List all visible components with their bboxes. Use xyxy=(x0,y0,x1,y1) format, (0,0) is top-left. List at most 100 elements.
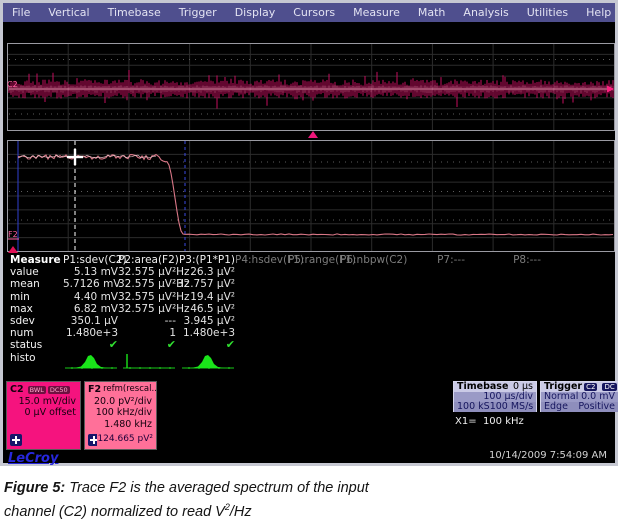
c2-descriptor-box[interactable]: C2 BWL DC50 15.0 mV/div 0 µV offset xyxy=(6,381,81,450)
trigger-type: Edge xyxy=(544,402,568,412)
measure-cell xyxy=(465,315,541,327)
c2-vertical-scale: 15.0 mV/div xyxy=(7,396,80,408)
move-cross-icon[interactable] xyxy=(10,434,22,446)
measure-cell xyxy=(403,315,465,327)
c2-trace-label: C2 xyxy=(7,80,18,89)
measure-cell xyxy=(340,315,403,327)
menu-item-trigger[interactable]: Trigger xyxy=(170,6,226,19)
measure-cell xyxy=(288,278,340,290)
caption-label: Figure 5: xyxy=(4,480,65,496)
f2-function-label: refm(rescal... xyxy=(103,384,156,396)
c2-waveform-display[interactable]: C2 xyxy=(7,43,615,131)
trigger-time-marker[interactable] xyxy=(308,131,318,138)
f2-spectrum-display[interactable]: F2 xyxy=(7,140,615,252)
measure-row-label: min xyxy=(3,291,63,303)
menu-item-math[interactable]: Math xyxy=(409,6,455,19)
f2-trace-label: F2 xyxy=(8,230,18,239)
c2-channel-name: C2 xyxy=(10,384,24,396)
measure-filler xyxy=(541,254,615,266)
histogram-icon xyxy=(288,352,340,374)
measure-table: MeasureP1:sdev(C2)P2:area(F2)P3:(P1*P1)P… xyxy=(3,254,615,374)
menu-item-utilities[interactable]: Utilities xyxy=(518,6,577,19)
measure-cell xyxy=(465,278,541,290)
histogram-icon xyxy=(63,352,118,374)
f2-vertical-scale: 20.0 pV²/div xyxy=(85,396,156,408)
measure-cell xyxy=(288,291,340,303)
menu-item-display[interactable]: Display xyxy=(226,6,285,19)
measure-col-header-p7[interactable]: P7:--- xyxy=(403,254,465,266)
measure-col-header-p3[interactable]: P3:(P1*P1) xyxy=(176,254,235,266)
measure-cell xyxy=(340,291,403,303)
measure-col-header-p8[interactable]: P8:--- xyxy=(465,254,541,266)
measure-col-header-p1[interactable]: P1:sdev(C2) xyxy=(63,254,118,266)
measure-cell xyxy=(465,291,541,303)
measure-cell: 26.3 µV² xyxy=(176,266,235,278)
measure-cell xyxy=(288,303,340,315)
f2-descriptor-box[interactable]: F2 refm(rescal... 20.0 pV²/div 100 kHz/d… xyxy=(84,381,157,450)
timebase-samples: 100 kS xyxy=(457,402,490,412)
measure-col-header-p2[interactable]: P2:area(F2) xyxy=(118,254,176,266)
menu-item-vertical[interactable]: Vertical xyxy=(39,6,98,19)
x1-cursor-readout: X1= 100 kHz xyxy=(455,416,524,427)
status-check-icon: ✔ xyxy=(63,339,118,351)
measure-cell xyxy=(235,278,288,290)
measure-cell xyxy=(403,278,465,290)
measure-cell: --- xyxy=(118,315,176,327)
menu-item-help[interactable]: Help xyxy=(577,6,618,19)
measure-row-label: histo xyxy=(3,352,63,374)
lecroy-logo: LeCroy xyxy=(8,451,58,466)
histogram-icon xyxy=(176,352,235,374)
frequency-origin-marker xyxy=(8,246,18,253)
measure-cell: 32.575 µV²Hz xyxy=(118,266,176,278)
status-check-icon xyxy=(340,339,403,351)
page: FileVerticalTimebaseTriggerDisplayCursor… xyxy=(0,0,618,531)
menu-item-cursors[interactable]: Cursors xyxy=(284,6,344,19)
trigger-coupling-badge: DC xyxy=(602,383,616,391)
measure-cell: 5.7126 mV xyxy=(63,278,118,290)
measure-cell xyxy=(403,303,465,315)
measure-cell: 4.40 mV xyxy=(63,291,118,303)
measure-cell xyxy=(288,315,340,327)
measure-cell xyxy=(465,327,541,339)
measure-cell xyxy=(465,303,541,315)
menu-item-file[interactable]: File xyxy=(3,6,39,19)
status-check-icon xyxy=(288,339,340,351)
measure-col-header-p6[interactable]: P6:nbpw(C2) xyxy=(340,254,403,266)
trigger-box[interactable]: Trigger C2 DC Normal 0.0 mV Edge Positiv… xyxy=(540,381,618,412)
measure-cell xyxy=(340,303,403,315)
measure-cell: 19.4 µV² xyxy=(176,291,235,303)
measure-cell: 32.757 µV² xyxy=(176,278,235,290)
measure-cell xyxy=(288,327,340,339)
measure-cell xyxy=(235,327,288,339)
measure-cell: 46.5 µV² xyxy=(176,303,235,315)
measure-filler xyxy=(541,278,615,290)
timebase-box[interactable]: Timebase 0 µs 100 µs/div 100 kS 100 MS/s xyxy=(453,381,537,412)
c2-offset: 0 µV offset xyxy=(7,407,80,419)
measure-title: Measure xyxy=(3,254,63,266)
measure-filler xyxy=(541,327,615,339)
menu-bar: FileVerticalTimebaseTriggerDisplayCursor… xyxy=(3,3,615,22)
measure-cell xyxy=(340,327,403,339)
measure-cell xyxy=(235,266,288,278)
measure-filler xyxy=(541,339,615,351)
measure-row-label: mean xyxy=(3,278,63,290)
histogram-icon xyxy=(403,352,465,374)
measure-filler xyxy=(541,266,615,278)
status-check-icon xyxy=(465,339,541,351)
status-check-icon xyxy=(403,339,465,351)
trigger-slope: Positive xyxy=(578,402,615,412)
measure-row-label: value xyxy=(3,266,63,278)
measure-col-header-p5[interactable]: P5:range(F1) xyxy=(288,254,340,266)
measure-filler xyxy=(541,303,615,315)
menu-item-timebase[interactable]: Timebase xyxy=(99,6,170,19)
measure-row-label: status xyxy=(3,339,63,351)
measure-cell xyxy=(235,315,288,327)
menu-item-measure[interactable]: Measure xyxy=(344,6,409,19)
measure-col-header-p4[interactable]: P4:hsdev(F1) xyxy=(235,254,288,266)
measure-cell xyxy=(403,291,465,303)
measure-cell xyxy=(403,266,465,278)
measure-cell: 3.945 µV² xyxy=(176,315,235,327)
menu-item-analysis[interactable]: Analysis xyxy=(454,6,517,19)
move-cross-icon[interactable] xyxy=(88,434,97,446)
caption-line1: Trace F2 is the averaged spectrum of the… xyxy=(69,480,369,496)
